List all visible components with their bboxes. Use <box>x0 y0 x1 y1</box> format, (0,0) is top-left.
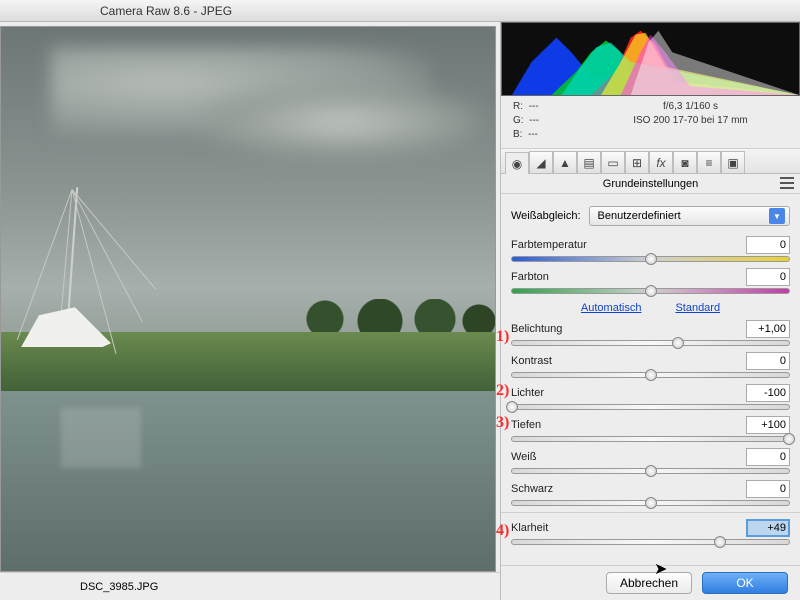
annotation-1: 1) <box>496 328 509 346</box>
tab-snapshots[interactable]: ▣ <box>721 151 745 173</box>
clarity-input[interactable] <box>746 519 790 537</box>
preview-pane: DSC_3985.JPG <box>0 22 500 600</box>
blacks-slider[interactable] <box>511 500 790 506</box>
temperature-label: Farbtemperatur <box>511 239 587 251</box>
exposure-slider[interactable] <box>511 340 790 346</box>
filename: DSC_3985.JPG <box>80 581 158 593</box>
lens-info: ISO 200 17-70 bei 17 mm <box>593 114 788 128</box>
wb-label: Weißabgleich: <box>511 210 581 222</box>
adjustments-panel: R: --- G: --- B: --- f/6,3 1/160 s ISO 2… <box>500 22 800 600</box>
standard-link[interactable]: Standard <box>675 302 720 314</box>
tab-lens[interactable]: ⊞ <box>625 151 649 173</box>
tint-label: Farbton <box>511 271 549 283</box>
tab-basic[interactable]: ◉ <box>505 152 529 174</box>
exposure-info: f/6,3 1/160 s <box>593 100 788 114</box>
cancel-button[interactable]: Abbrechen <box>606 572 692 594</box>
shadows-input[interactable] <box>746 416 790 434</box>
blacks-label: Schwarz <box>511 483 553 495</box>
exposure-input[interactable] <box>746 320 790 338</box>
contrast-slider[interactable] <box>511 372 790 378</box>
panel-tabs: ◉ ◢ ▲ ▤ ▭ ⊞ fx ◙ ≡ ▣ <box>501 149 800 174</box>
contrast-input[interactable] <box>746 352 790 370</box>
exposure-label: Belichtung <box>511 323 562 335</box>
panel-title: Grundeinstellungen <box>603 178 698 190</box>
tab-detail[interactable]: ▲ <box>553 151 577 173</box>
whites-slider[interactable] <box>511 468 790 474</box>
auto-link[interactable]: Automatisch <box>581 302 642 314</box>
highlights-input[interactable] <box>746 384 790 402</box>
tab-hsl[interactable]: ▤ <box>577 151 601 173</box>
highlights-label: Lichter <box>511 387 544 399</box>
metadata-readout: R: --- G: --- B: --- f/6,3 1/160 s ISO 2… <box>501 96 800 149</box>
window-title: Camera Raw 8.6 - JPEG <box>100 4 232 18</box>
shadows-slider[interactable] <box>511 436 790 442</box>
temperature-slider[interactable] <box>511 256 790 262</box>
annotation-3: 3) <box>496 414 509 432</box>
histogram[interactable] <box>501 22 800 96</box>
panel-menu-icon[interactable] <box>780 177 794 189</box>
panel-title-row: Grundeinstellungen <box>501 174 800 194</box>
tint-input[interactable] <box>746 268 790 286</box>
contrast-label: Kontrast <box>511 355 552 367</box>
tab-fx[interactable]: fx <box>649 151 673 173</box>
title-bar: Camera Raw 8.6 - JPEG <box>0 0 800 22</box>
ok-button[interactable]: OK <box>702 572 788 594</box>
blacks-input[interactable] <box>746 480 790 498</box>
shadows-label: Tiefen <box>511 419 541 431</box>
wb-select[interactable]: Benutzerdefiniert ▼ <box>589 206 791 226</box>
image-preview[interactable] <box>0 26 496 572</box>
whites-input[interactable] <box>746 448 790 466</box>
tint-slider[interactable] <box>511 288 790 294</box>
tab-curve[interactable]: ◢ <box>529 151 553 173</box>
chevron-down-icon: ▼ <box>769 208 785 224</box>
temperature-input[interactable] <box>746 236 790 254</box>
clarity-slider[interactable] <box>511 539 790 545</box>
annotation-2: 2) <box>496 382 509 400</box>
dialog-footer: Abbrechen OK <box>501 565 800 600</box>
tab-camera[interactable]: ◙ <box>673 151 697 173</box>
highlights-slider[interactable] <box>511 404 790 410</box>
wb-value: Benutzerdefiniert <box>598 210 681 222</box>
filename-bar: DSC_3985.JPG <box>0 572 500 600</box>
tab-split[interactable]: ▭ <box>601 151 625 173</box>
annotation-4: 4) <box>496 522 509 540</box>
tab-presets[interactable]: ≡ <box>697 151 721 173</box>
whites-label: Weiß <box>511 451 536 463</box>
clarity-label: Klarheit <box>511 522 548 534</box>
